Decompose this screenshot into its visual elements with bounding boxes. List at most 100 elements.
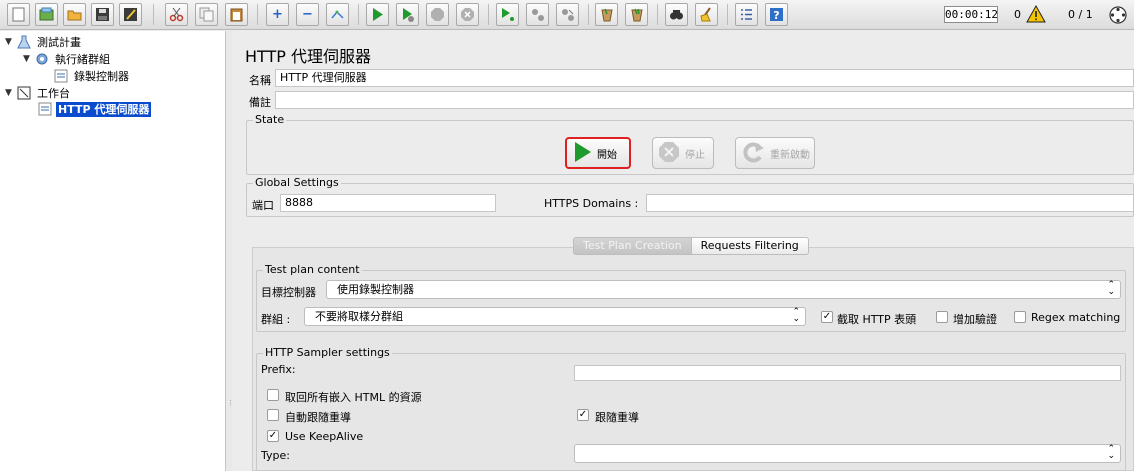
grouping-label: 群組 : [261, 313, 291, 326]
open-icon[interactable] [63, 3, 86, 26]
cut-icon[interactable] [165, 3, 188, 26]
https-domains-label: HTTPS Domains : [544, 197, 639, 210]
select-arrows-icon: ⌃ ⌄ [1107, 444, 1115, 461]
https-domains-field[interactable] [646, 194, 1134, 212]
clear-icon[interactable] [595, 3, 618, 26]
tree-item-workbench[interactable]: ▼ 工作台 [5, 85, 72, 101]
new-icon[interactable] [7, 3, 30, 26]
tab-requests-filtering[interactable]: Requests Filtering [691, 237, 809, 255]
stop-button-label: 停止 [685, 149, 705, 161]
target-controller-select[interactable]: 使用錄製控制器 ⌃ ⌄ [326, 280, 1121, 299]
shutdown-icon[interactable] [456, 3, 479, 26]
page-title: HTTP 代理伺服器 [245, 47, 372, 66]
tab-test-plan-creation[interactable]: Test Plan Creation [573, 237, 692, 255]
clear-all-icon[interactable] [625, 3, 648, 26]
tab-bar: Test Plan Creation Requests Filtering [573, 237, 809, 255]
warning-icon[interactable] [1026, 4, 1046, 26]
start-no-pause-icon[interactable] [396, 3, 419, 26]
proxy-server-icon [38, 102, 52, 116]
remote-shutdown-icon[interactable] [556, 3, 579, 26]
search-icon[interactable] [665, 3, 688, 26]
retrieve-embedded-checkbox[interactable] [267, 389, 279, 401]
prefix-label: Prefix: [261, 363, 296, 376]
expand-arrow-icon[interactable]: ▼ [23, 54, 35, 64]
grouping-value: 不要將取樣分群組 [315, 310, 403, 323]
thread-count: 0 / 1 [1068, 8, 1093, 21]
tree-item-label: 測試計畫 [37, 35, 81, 49]
paste-icon[interactable] [225, 3, 248, 26]
name-label: 名稱 [249, 74, 271, 87]
expand-arrow-icon[interactable]: ▼ [5, 88, 17, 98]
thread-group-icon [35, 52, 49, 66]
workbench-icon [17, 86, 31, 100]
stop-icon[interactable] [426, 3, 449, 26]
follow-redirect-checkbox[interactable]: ✓ [577, 409, 589, 421]
grouping-select[interactable]: 不要將取樣分群組 ⌃ ⌄ [304, 307, 806, 326]
type-label: Type: [261, 449, 290, 462]
elapsed-timer: 00:00:12 [944, 6, 998, 23]
add-assertions-label: 增加驗證 [953, 313, 997, 326]
add-assertions-checkbox[interactable] [936, 311, 948, 323]
tree-item-label: 執行緒群組 [55, 52, 110, 66]
start-button[interactable]: 開始 [565, 137, 631, 169]
tree-item-test-plan[interactable]: ▼ 測試計畫 [5, 34, 83, 50]
tree-panel: ▼ 測試計畫 ▼ 執行緒群組 錄製控制器 ▼ 工作台 HTTP 代理伺服器 [0, 31, 226, 471]
select-arrows-icon: ⌃ ⌄ [792, 307, 800, 324]
tree-item-label: 錄製控制器 [74, 69, 129, 83]
remote-start-icon[interactable] [496, 3, 519, 26]
restart-arrow-icon [740, 140, 766, 167]
reset-search-icon[interactable] [695, 3, 718, 26]
comment-field[interactable] [275, 91, 1134, 109]
proxy-config-panel: HTTP 代理伺服器 名稱 HTTP 代理伺服器 備註 State 開始 停止 … [232, 31, 1134, 471]
comment-label: 備註 [249, 96, 271, 109]
port-field[interactable]: 8888 [280, 194, 496, 212]
keepalive-checkbox[interactable]: ✓ [267, 430, 279, 442]
state-legend: State [253, 113, 287, 126]
tree-item-recording-controller[interactable]: 錄製控制器 [54, 68, 131, 84]
toggle-icon[interactable] [326, 3, 349, 26]
target-controller-label: 目標控制器 [261, 286, 316, 299]
name-field[interactable]: HTTP 代理伺服器 [275, 69, 1134, 87]
capture-headers-label: 截取 HTTP 表頭 [837, 313, 917, 326]
test-plan-content-legend: Test plan content [263, 263, 362, 276]
keepalive-label: Use KeepAlive [285, 430, 364, 443]
prefix-field[interactable] [574, 365, 1121, 381]
function-helper-icon[interactable] [735, 3, 758, 26]
templates-icon[interactable] [35, 3, 58, 26]
port-label: 端口 [252, 199, 274, 212]
help-icon[interactable]: ? [765, 3, 788, 26]
global-settings-legend: Global Settings [253, 176, 341, 189]
save-icon[interactable] [91, 3, 114, 26]
expand-icon[interactable]: + [266, 3, 289, 26]
stop-octagon-icon [657, 140, 681, 167]
target-controller-value: 使用錄製控制器 [337, 283, 414, 296]
collapse-icon[interactable]: − [296, 3, 319, 26]
select-arrows-icon: ⌃ ⌄ [1107, 280, 1115, 297]
tree-item-thread-group[interactable]: ▼ 執行緒群組 [23, 51, 112, 67]
svg-text:?: ? [773, 9, 779, 22]
copy-icon[interactable] [195, 3, 218, 26]
start-icon[interactable] [366, 3, 389, 26]
regex-matching-label: Regex matching [1031, 311, 1121, 324]
restart-button-label: 重新啟動 [770, 149, 810, 161]
regex-matching-checkbox[interactable] [1014, 311, 1026, 323]
remote-engines-icon[interactable] [1108, 5, 1128, 28]
follow-redirect-label: 跟隨重導 [595, 411, 639, 424]
save-as-icon[interactable] [119, 3, 142, 26]
tree-item-label: HTTP 代理伺服器 [56, 101, 152, 117]
test-plan-icon [17, 35, 31, 49]
tree-item-proxy-server[interactable]: HTTP 代理伺服器 [38, 101, 152, 117]
recording-controller-icon [54, 69, 68, 83]
stop-button[interactable]: 停止 [652, 137, 714, 169]
remote-stop-icon[interactable] [526, 3, 549, 26]
restart-button[interactable]: 重新啟動 [735, 137, 815, 169]
toolbar: + − ? 00:00:12 0 0 / 1 [0, 0, 1134, 30]
tree-item-label: 工作台 [37, 86, 70, 100]
type-select[interactable]: ⌃ ⌄ [574, 444, 1121, 463]
expand-arrow-icon[interactable]: ▼ [5, 37, 17, 47]
play-icon [571, 140, 593, 167]
capture-headers-checkbox[interactable]: ✓ [821, 311, 833, 323]
auto-redirect-checkbox[interactable] [267, 409, 279, 421]
http-sampler-settings-legend: HTTP Sampler settings [263, 346, 392, 359]
retrieve-embedded-label: 取回所有嵌入 HTML 的資源 [285, 391, 422, 404]
